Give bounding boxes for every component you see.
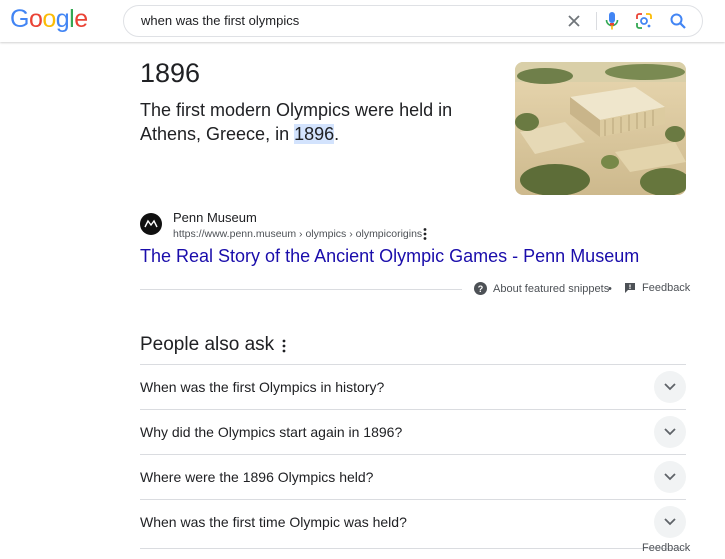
feedback-link[interactable]: Feedback: [624, 282, 690, 294]
search-input[interactable]: when was the first olympics: [141, 13, 299, 28]
logo-letter: e: [74, 5, 88, 33]
search-icon[interactable]: [668, 11, 688, 31]
clear-icon[interactable]: [564, 11, 584, 31]
penn-museum-logo-icon: [144, 219, 158, 228]
google-lens-icon[interactable]: [634, 11, 654, 31]
feedback-icon: [625, 283, 635, 293]
feedback-label: Feedback: [642, 282, 691, 294]
featured-snippet-image[interactable]: [515, 62, 686, 195]
microphone-icon[interactable]: [602, 10, 622, 32]
source-url[interactable]: https://www.penn.museum › olympics › oly…: [173, 228, 422, 240]
paa-question[interactable]: When was the first time Olympic was held…: [140, 499, 686, 544]
snippet-text-end: .: [334, 124, 340, 144]
paa-question-text: Why did the Olympics start again in 1896…: [140, 424, 403, 440]
paa-question[interactable]: Why did the Olympics start again in 1896…: [140, 409, 686, 454]
expand-button[interactable]: [654, 371, 686, 403]
about-featured-snippets[interactable]: ? About featured snippets: [474, 282, 609, 295]
expand-button[interactable]: [654, 506, 686, 538]
logo-letter: g: [55, 5, 70, 33]
logo-letter: o: [42, 5, 56, 33]
source-name[interactable]: Penn Museum: [173, 210, 257, 225]
logo-letter: G: [10, 5, 29, 33]
help-icon: ?: [474, 282, 487, 295]
people-also-ask-title: People also ask: [140, 334, 275, 355]
svg-text:?: ?: [478, 284, 484, 294]
paa-question[interactable]: Where were the 1896 Olympics held?: [140, 454, 686, 499]
featured-snippet-text: The first modern Olympics were held in A…: [140, 98, 505, 146]
chevron-down-icon: [664, 428, 676, 436]
feedback-link[interactable]: Feedback: [642, 542, 690, 554]
expand-button[interactable]: [654, 461, 686, 493]
about-featured-snippets-label: About featured snippets: [493, 282, 610, 295]
chevron-down-icon: [664, 518, 676, 526]
google-logo[interactable]: Google: [10, 5, 88, 34]
chevron-down-icon: [664, 383, 676, 391]
paa-question-text: When was the first Olympics in history?: [140, 379, 385, 395]
paa-question[interactable]: When was the first Olympics in history?: [140, 364, 686, 409]
expand-button[interactable]: [654, 416, 686, 448]
chevron-down-icon: [664, 473, 676, 481]
featured-answer: 1896: [140, 58, 201, 88]
result-title-link[interactable]: The Real Story of the Ancient Olympic Ga…: [140, 246, 639, 267]
header: Google when was the first olympics: [0, 0, 725, 42]
ancient-olympia-image: [515, 62, 686, 195]
paa-question-text: Where were the 1896 Olympics held?: [140, 469, 374, 485]
paa-question-text: When was the first time Olympic was held…: [140, 514, 407, 530]
separator-dot: •: [608, 283, 612, 295]
snippet-highlight: 1896: [294, 124, 335, 144]
divider: [140, 289, 462, 290]
penn-museum-avatar[interactable]: [140, 213, 162, 235]
search-box[interactable]: when was the first olympics: [123, 5, 703, 37]
logo-letter: o: [28, 5, 43, 33]
more-options-icon[interactable]: [419, 227, 431, 241]
search-divider: [596, 12, 597, 30]
people-also-ask-list: When was the first Olympics in history? …: [140, 364, 686, 544]
more-options-icon[interactable]: [278, 338, 290, 354]
divider: [140, 548, 686, 549]
